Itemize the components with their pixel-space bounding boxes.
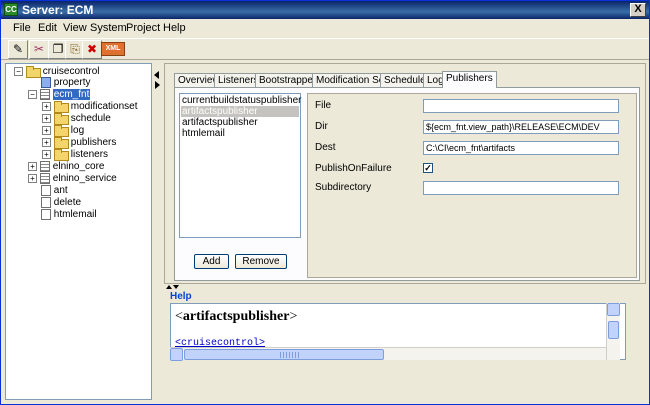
expand-down-icon[interactable] [173,285,179,289]
copy-icon: ❐ [52,42,64,56]
list-item[interactable]: htmlemail [181,128,299,139]
expand-icon[interactable]: + [42,114,51,123]
plugin-icon [41,197,51,208]
publish-on-failure-checkbox[interactable]: ✓ [423,163,433,173]
publishers-list[interactable]: currentbuildstatuspublisher artifactspub… [179,93,302,238]
app-icon: CC [4,3,18,16]
menu-help[interactable]: Help [163,22,186,34]
expand-icon[interactable]: + [42,126,51,135]
add-button[interactable]: Add [194,254,229,269]
expand-right-icon[interactable] [155,81,160,89]
editor-panel: Overview Listeners Bootstrappers Modific… [164,63,646,284]
publishers-tab-content: currentbuildstatuspublisher artifactspub… [174,87,640,281]
menu-file[interactable]: File [13,22,31,34]
tree-node-property[interactable]: property [41,77,90,89]
folder-icon [54,101,69,114]
menu-project[interactable]: Project [126,22,160,34]
expand-icon[interactable]: + [28,174,37,183]
help-element-title: <artifactspublisher> [175,309,298,324]
publish-on-failure-label: PublishOnFailure [315,163,392,174]
properties-panel: File Dir ${ecm_fnt.view_path}\RELEASE\EC… [307,93,637,278]
project-icon [40,161,50,172]
folder-icon [54,125,69,138]
delete-button[interactable]: ✖ [82,40,102,59]
dir-label: Dir [315,121,328,132]
property-icon [41,77,51,88]
expand-icon[interactable]: + [42,102,51,111]
cut-icon: ✂ [33,42,45,56]
save-icon: ✎ [12,42,24,56]
remove-button[interactable]: Remove [235,254,287,269]
menu-system[interactable]: System [90,22,127,34]
project-icon [40,173,50,184]
tree-node-ant[interactable]: ant [41,185,68,197]
subdirectory-label: Subdirectory [315,182,372,193]
plugin-icon [41,209,51,220]
collapse-left-icon[interactable] [154,71,159,79]
collapse-icon[interactable]: − [14,67,23,76]
dest-label: Dest [315,142,336,153]
project-tree[interactable]: − cruisecontrol property − ecm_fnt + mod… [5,63,152,400]
expand-icon[interactable]: + [28,162,37,171]
folder-icon [54,113,69,126]
scroll-left-button[interactable] [170,348,183,361]
expand-icon[interactable]: + [42,138,51,147]
file-label: File [315,100,332,111]
scroll-up-button[interactable] [607,303,620,316]
list-item-selected[interactable]: artifactspublisher [181,106,299,117]
tree-node-delete[interactable]: delete [41,197,81,209]
help-horizontal-scrollbar[interactable] [170,347,606,361]
menu-view[interactable]: View [63,22,87,34]
scroll-thumb[interactable] [608,321,619,339]
help-vertical-scrollbar[interactable] [606,303,620,360]
list-item[interactable]: currentbuildstatuspublisher [181,95,302,106]
cut-button[interactable]: ✂ [29,40,49,59]
menu-bar: File Edit View System Project Help [1,19,649,37]
close-button[interactable]: X [630,3,646,17]
file-field[interactable] [423,99,619,113]
toolbar: ✎ ✂ ❐ ⎘ ✖ XML [1,38,649,60]
subdirectory-field[interactable] [423,181,619,195]
plugin-icon [41,185,51,196]
main-window: CC Server: ECM X File Edit View System P… [0,0,650,405]
delete-icon: ✖ [86,42,98,56]
folder-icon [54,137,69,150]
dest-field[interactable]: C:\CI\ecm_fnt\artifacts [423,141,619,155]
collapse-up-icon[interactable] [166,285,172,289]
help-heading: Help [170,291,192,302]
dir-field[interactable]: ${ecm_fnt.view_path}\RELEASE\ECM\DEV [423,120,619,134]
window-title: Server: ECM [22,3,94,17]
collapse-icon[interactable]: − [28,90,37,99]
folder-icon [26,66,41,79]
paste-icon: ⎘ [70,42,80,56]
tab-publishers[interactable]: Publishers [442,71,497,88]
title-bar[interactable]: CC Server: ECM X [1,1,649,19]
menu-edit[interactable]: Edit [38,22,57,34]
expand-icon[interactable]: + [42,150,51,159]
xml-button[interactable]: XML [101,42,125,56]
project-icon [40,89,50,100]
save-button[interactable]: ✎ [8,40,28,59]
scroll-thumb[interactable] [184,349,384,360]
tree-node-htmlemail[interactable]: htmlemail [41,209,97,221]
vertical-splitter[interactable] [153,63,161,400]
folder-icon [54,149,69,162]
list-item[interactable]: artifactspublisher [181,117,299,128]
